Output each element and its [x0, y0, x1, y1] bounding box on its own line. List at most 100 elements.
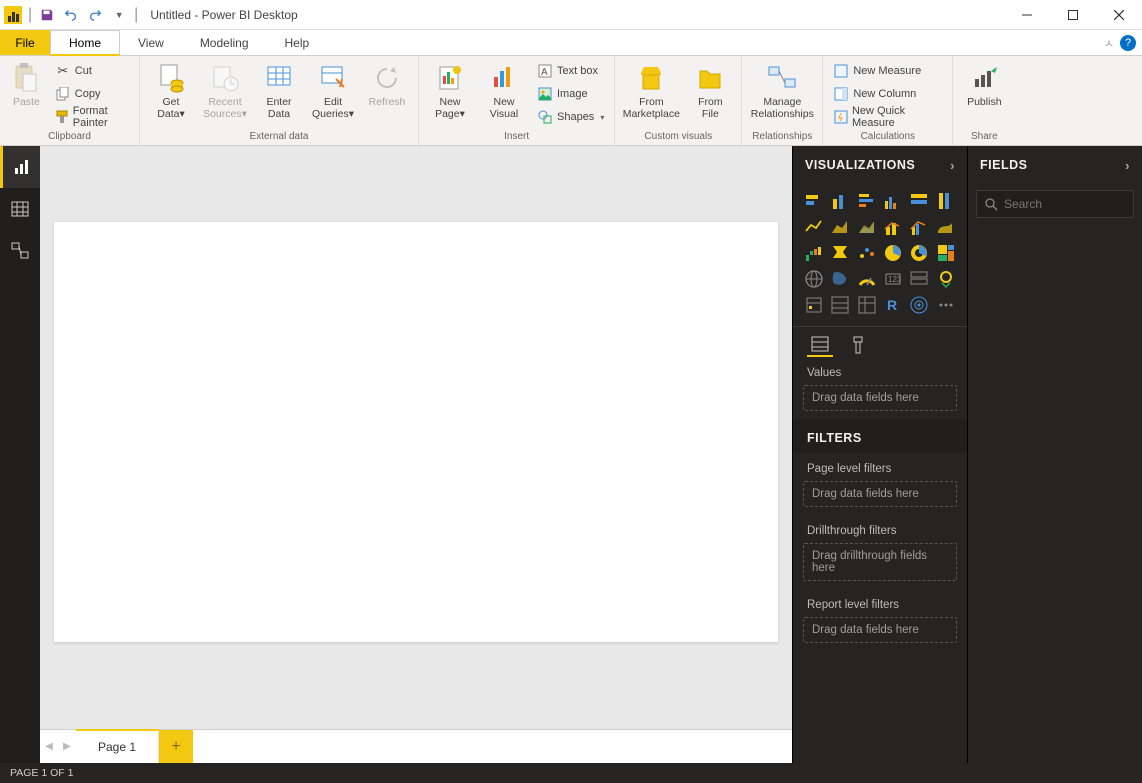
group-share: Publish Share [953, 56, 1015, 145]
from-marketplace-button[interactable]: FromMarketplace [621, 60, 681, 122]
maximize-button[interactable] [1050, 0, 1096, 30]
file-tab[interactable]: File [0, 30, 50, 55]
column-icon [833, 86, 849, 102]
100-stacked-bar-icon[interactable] [908, 190, 930, 212]
undo-icon[interactable] [60, 4, 82, 26]
new-column-button[interactable]: New Column [829, 83, 946, 105]
multi-row-card-icon[interactable] [908, 268, 930, 290]
app-logo-icon [4, 6, 22, 24]
enter-data-label: EnterData [266, 96, 291, 120]
save-icon[interactable] [36, 4, 58, 26]
card-icon[interactable]: 123 [882, 268, 904, 290]
area-icon[interactable] [829, 216, 851, 238]
help-icon[interactable]: ? [1120, 35, 1136, 51]
tab-modeling[interactable]: Modeling [182, 30, 267, 55]
group-custom-visuals: FromMarketplace FromFile Custom visuals [615, 56, 742, 145]
separator: | [134, 6, 138, 24]
gauge-icon[interactable] [856, 268, 878, 290]
group-label-external: External data [146, 129, 412, 145]
ribbon-icon[interactable] [935, 216, 957, 238]
new-visual-button[interactable]: NewVisual [479, 60, 529, 122]
page-prev-button[interactable]: ◀ [40, 730, 58, 763]
data-view-button[interactable] [0, 188, 40, 230]
manage-relationships-button[interactable]: ManageRelationships [748, 60, 816, 122]
stacked-bar-icon[interactable] [803, 190, 825, 212]
canvas-scroll[interactable] [40, 146, 792, 729]
import-custom-icon[interactable] [935, 294, 957, 316]
fields-search-input[interactable] [1004, 197, 1142, 211]
clustered-column-icon[interactable] [882, 190, 904, 212]
enter-data-button[interactable]: EnterData [254, 60, 304, 122]
drillthrough-dropzone[interactable]: Drag drillthrough fields here [803, 543, 957, 581]
image-icon [537, 86, 553, 102]
report-view-icon [13, 158, 31, 176]
fields-tab-icon[interactable] [807, 333, 833, 357]
copy-button[interactable]: Copy [51, 83, 133, 105]
scatter-icon[interactable] [856, 242, 878, 264]
text-box-button[interactable]: AText box [533, 60, 608, 82]
stacked-column-icon[interactable] [829, 190, 851, 212]
format-tab-icon[interactable] [845, 333, 871, 357]
canvas-area: ◀ ▶ Page 1 + [40, 146, 792, 763]
line-clustered-column-icon[interactable] [908, 216, 930, 238]
publish-button[interactable]: Publish [959, 60, 1009, 110]
shapes-button[interactable]: Shapes▾ [533, 106, 608, 128]
group-label-insert: Insert [425, 129, 608, 145]
get-data-button[interactable]: GetData▾ [146, 60, 196, 122]
waterfall-icon[interactable] [803, 242, 825, 264]
format-painter-button[interactable]: Format Painter [51, 106, 133, 128]
arcgis-icon[interactable] [908, 294, 930, 316]
visualizations-header[interactable]: VISUALIZATIONS › [793, 146, 967, 184]
format-painter-icon [55, 109, 69, 125]
visualization-gallery: 123 R [793, 184, 967, 326]
collapse-ribbon-icon[interactable]: ㅅ [1104, 35, 1114, 51]
page-next-button[interactable]: ▶ [58, 730, 76, 763]
values-dropzone[interactable]: Drag data fields here [803, 385, 957, 411]
kpi-icon[interactable] [935, 268, 957, 290]
recent-sources-button[interactable]: RecentSources▾ [200, 60, 250, 122]
r-visual-icon[interactable]: R [882, 294, 904, 316]
report-canvas[interactable] [54, 222, 778, 642]
new-measure-button[interactable]: New Measure [829, 60, 946, 82]
new-quick-measure-button[interactable]: New Quick Measure [829, 106, 946, 128]
image-button[interactable]: Image [533, 83, 608, 105]
minimize-button[interactable] [1004, 0, 1050, 30]
funnel-icon[interactable] [829, 242, 851, 264]
tab-help[interactable]: Help [267, 30, 328, 55]
model-view-button[interactable] [0, 230, 40, 272]
page-tab-1[interactable]: Page 1 [76, 729, 159, 763]
group-label-rel: Relationships [748, 129, 816, 145]
report-view-button[interactable] [0, 146, 40, 188]
add-page-button[interactable]: + [159, 730, 193, 763]
refresh-button[interactable]: Refresh [362, 60, 412, 110]
edit-queries-button[interactable]: EditQueries▾ [308, 60, 358, 122]
fields-search[interactable] [976, 190, 1134, 218]
pie-icon[interactable] [882, 242, 904, 264]
status-text: PAGE 1 OF 1 [10, 767, 73, 779]
cut-button[interactable]: ✂Cut [51, 60, 133, 82]
tab-view[interactable]: View [120, 30, 182, 55]
tab-home[interactable]: Home [50, 30, 120, 56]
treemap-icon[interactable] [935, 242, 957, 264]
stacked-area-icon[interactable] [856, 216, 878, 238]
page-filters-dropzone[interactable]: Drag data fields here [803, 481, 957, 507]
paste-button[interactable]: Paste [6, 60, 47, 110]
filled-map-icon[interactable] [829, 268, 851, 290]
qat-customize-icon[interactable]: ▼ [108, 4, 130, 26]
from-file-button[interactable]: FromFile [685, 60, 735, 122]
matrix-icon[interactable] [856, 294, 878, 316]
100-stacked-column-icon[interactable] [935, 190, 957, 212]
new-page-button[interactable]: NewPage▾ [425, 60, 475, 122]
redo-icon[interactable] [84, 4, 106, 26]
map-icon[interactable] [803, 268, 825, 290]
fields-header[interactable]: FIELDS › [968, 146, 1142, 184]
table-icon[interactable] [829, 294, 851, 316]
data-view-icon [11, 200, 29, 218]
close-button[interactable] [1096, 0, 1142, 30]
report-filters-dropzone[interactable]: Drag data fields here [803, 617, 957, 643]
slicer-icon[interactable] [803, 294, 825, 316]
line-stacked-column-icon[interactable] [882, 216, 904, 238]
line-icon[interactable] [803, 216, 825, 238]
donut-icon[interactable] [908, 242, 930, 264]
clustered-bar-icon[interactable] [856, 190, 878, 212]
